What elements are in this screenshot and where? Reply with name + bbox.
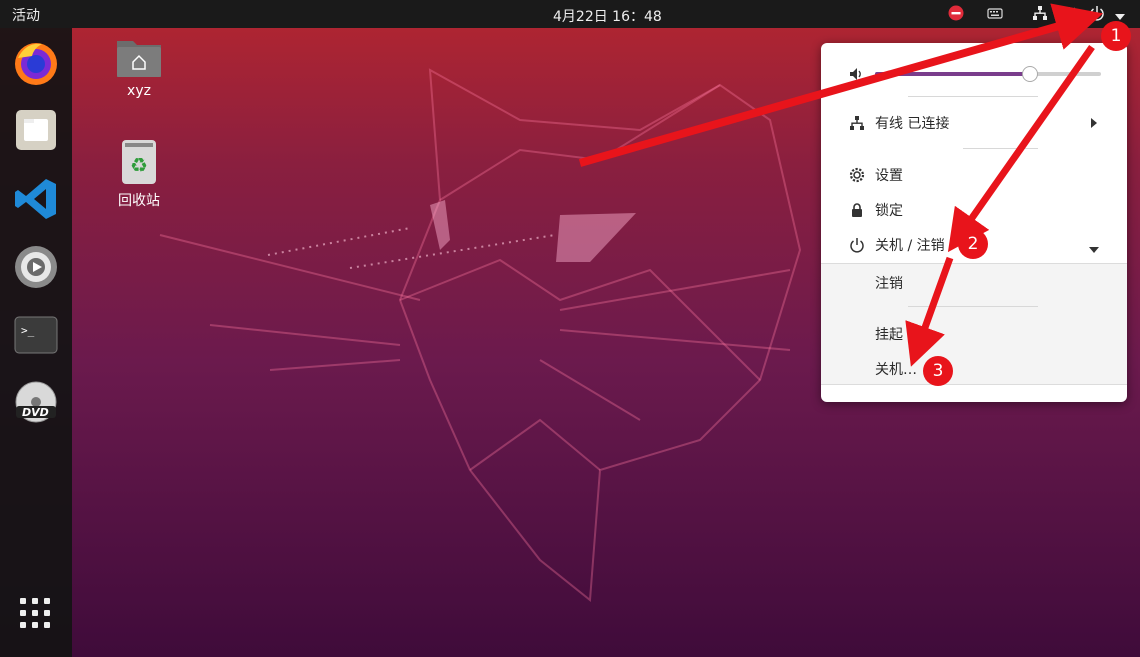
settings-label: 设置 [875, 168, 903, 184]
volume-icon[interactable] [1062, 5, 1080, 23]
logout-item[interactable]: 注销 [821, 268, 1127, 298]
home-folder-label: xyz [127, 83, 151, 99]
svg-text:DVD: DVD [22, 406, 49, 419]
dvd-icon[interactable]: DVD [12, 380, 60, 428]
step-badge-2: 2 [958, 229, 988, 259]
lock-item[interactable]: 锁定 [821, 195, 1127, 225]
vscode-icon[interactable] [12, 175, 60, 223]
chevron-down-icon [1088, 242, 1100, 258]
separator [908, 96, 1038, 97]
settings-item[interactable]: 设置 [821, 160, 1127, 190]
top-bar: 活动 4月22日 16：48 [0, 0, 1140, 28]
svg-text:♻: ♻ [130, 153, 148, 177]
step-badge-3: 3 [923, 356, 953, 386]
separator [963, 148, 1038, 149]
logout-label: 注销 [875, 276, 903, 292]
separator [908, 306, 1038, 307]
app-grid-icon[interactable] [18, 596, 66, 644]
network-icon [849, 115, 865, 131]
power-icon[interactable] [1089, 5, 1105, 23]
activities-button[interactable]: 活动 [12, 5, 40, 25]
shutdown-label: 关机… [875, 362, 917, 378]
dnd-icon[interactable] [948, 5, 964, 23]
network-item[interactable]: 有线 已连接 [821, 108, 1127, 138]
gear-icon [849, 167, 865, 183]
files-icon[interactable] [12, 106, 60, 154]
trash[interactable]: ♻ 回收站 [104, 138, 174, 210]
lock-icon [849, 202, 865, 218]
system-menu: 有线 已连接 设置 锁定 关机 / 注销 注销 挂起 关机… [821, 43, 1127, 402]
shutdown-item[interactable]: 关机… [821, 354, 1127, 384]
trash-icon: ♻ [122, 140, 156, 184]
network-label: 有线 已连接 [875, 116, 950, 132]
firefox-icon[interactable] [12, 38, 60, 86]
lock-label: 锁定 [875, 203, 903, 219]
suspend-label: 挂起 [875, 327, 903, 343]
step-badge-1: 1 [1101, 21, 1131, 51]
clock[interactable]: 4月22日 16：48 [553, 6, 662, 26]
home-folder[interactable]: xyz [104, 35, 174, 99]
keyboard-icon[interactable] [987, 5, 1003, 23]
chevron-right-icon [1090, 117, 1098, 133]
network-icon[interactable] [1032, 5, 1048, 23]
home-folder-icon [117, 41, 161, 77]
trash-label: 回收站 [118, 193, 160, 209]
volume-slider[interactable] [875, 66, 1101, 82]
volume-icon [849, 66, 865, 82]
dock: >_ DVD [0, 28, 72, 657]
volume-row [821, 59, 1127, 89]
power-icon [849, 237, 865, 253]
svg-text:>_: >_ [21, 324, 35, 337]
suspend-item[interactable]: 挂起 [821, 319, 1127, 349]
power-submenu: 注销 挂起 关机… [821, 263, 1127, 385]
volume-slider-handle[interactable] [1022, 66, 1038, 82]
terminal-icon[interactable]: >_ [12, 312, 60, 360]
power-label: 关机 / 注销 [875, 238, 945, 254]
software-update-icon[interactable] [12, 243, 60, 291]
